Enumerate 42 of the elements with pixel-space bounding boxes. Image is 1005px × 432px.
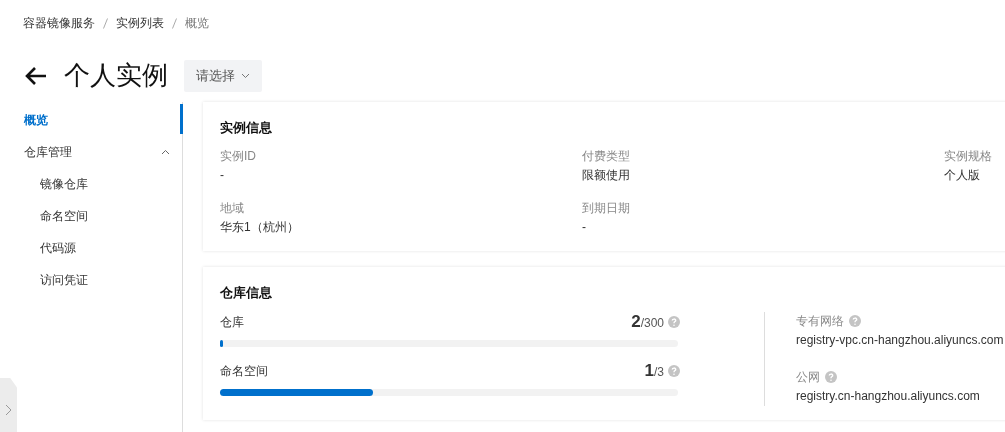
field-label: 公网 [796, 369, 820, 386]
sidebar-item[interactable]: 概览 [0, 104, 182, 136]
breadcrumb-current: 概览 [185, 15, 209, 32]
breadcrumb-link[interactable]: 实例列表 [116, 15, 164, 32]
help-icon[interactable] [668, 365, 680, 377]
endpoint-url: registry-vpc.cn-hangzhou.aliyuncs.com [796, 332, 1004, 349]
quota-count: 1/3 [644, 361, 664, 381]
page-title: 个人实例 [64, 59, 168, 92]
endpoint-url: registry.cn-hangzhou.aliyuncs.com [796, 388, 981, 405]
field-value: 个人版 [944, 167, 981, 184]
sidebar-item[interactable]: 命名空间 [0, 200, 182, 232]
field-value: - [220, 167, 225, 184]
card-title: 仓库信息 [220, 284, 273, 302]
sidebar-item[interactable]: 代码源 [0, 232, 182, 264]
field-label: 专有网络 [796, 313, 844, 330]
help-icon[interactable] [849, 315, 861, 327]
help-icon[interactable] [668, 316, 680, 328]
breadcrumb-separator-icon [103, 18, 108, 29]
sidebar-item[interactable]: 访问凭证 [0, 264, 182, 296]
help-icon[interactable] [825, 371, 837, 383]
breadcrumb-separator-icon [172, 18, 177, 29]
chevron-down-icon [241, 72, 250, 79]
field-label: 实例规格 [944, 148, 993, 165]
back-arrow-icon[interactable] [24, 65, 48, 86]
instance-select[interactable]: 请选择 [184, 59, 262, 92]
field-label: 地域 [220, 200, 245, 217]
field-value: 华东1（杭州） [220, 219, 300, 236]
field-label: 到期日期 [582, 200, 631, 217]
sidebar-item[interactable]: 镜像仓库 [0, 168, 182, 200]
card-title: 实例信息 [220, 119, 273, 137]
field-value: - [582, 219, 587, 236]
sidebar-collapse-button[interactable] [0, 378, 17, 432]
chevron-icon[interactable] [161, 149, 170, 155]
breadcrumb-link[interactable]: 容器镜像服务 [23, 15, 95, 32]
sidebar-item[interactable]: 仓库管理 [0, 136, 182, 168]
field-label: 付费类型 [582, 148, 631, 165]
field-value: 限额使用 [582, 167, 631, 184]
quota-label: 命名空间 [220, 363, 268, 380]
field-label: 实例ID [220, 148, 257, 165]
quota-count: 2/300 [631, 312, 664, 332]
quota-label: 仓库 [220, 314, 244, 331]
chevron-right-icon [5, 404, 12, 416]
